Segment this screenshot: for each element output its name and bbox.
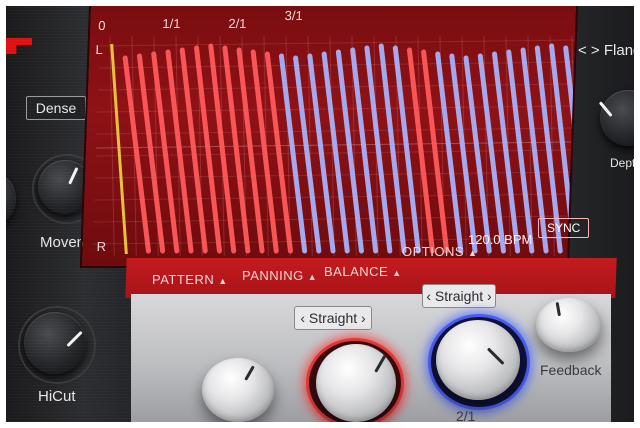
time-marker-1: 1/1 (162, 16, 181, 31)
next-icon[interactable]: › (361, 310, 366, 326)
tab-balance[interactable]: BALANCE ▲ (324, 264, 402, 279)
tempo-readout[interactable]: 120.0 BPM (468, 232, 532, 247)
hicut-knob[interactable] (24, 312, 86, 374)
partial-knob[interactable] (6, 174, 16, 224)
rate-mode-selector-left[interactable]: ‹ Straight › (294, 306, 372, 330)
tab-balance-arrow-icon: ▲ (392, 268, 402, 278)
mode-selector-button[interactable]: Dense (26, 96, 86, 120)
tab-pattern-arrow-icon: ▲ (218, 276, 228, 286)
prev-icon[interactable]: ‹ (300, 310, 305, 326)
tab-panning-arrow-icon: ▲ (307, 272, 318, 282)
division-label: 2/1 (456, 408, 476, 422)
pattern-display[interactable]: L R 0 1/1 2/1 3/1 (81, 6, 577, 266)
feedback-knob-indicator (555, 301, 561, 317)
channel-right-label: R (96, 239, 106, 254)
prev-icon[interactable]: ‹ (426, 288, 431, 304)
feedback-label: Feedback (540, 362, 602, 378)
movement-knob-indicator (68, 167, 79, 185)
depth-knob[interactable] (598, 90, 634, 146)
rate-knob-right[interactable] (436, 320, 520, 400)
volume-bars (122, 43, 577, 254)
sync-button[interactable]: SYNC (538, 218, 590, 238)
time-marker-3: 3/1 (284, 8, 303, 23)
rate-knob-right-indicator (486, 347, 505, 366)
next-icon[interactable]: › (487, 288, 492, 304)
channel-left-label: L (95, 42, 103, 57)
time-marker-0: 0 (98, 18, 106, 33)
pattern-graph: L R 0 1/1 2/1 3/1 (92, 8, 577, 257)
tab-options[interactable]: OPTIONS ▲ (402, 244, 477, 259)
logo-mark (6, 38, 32, 54)
hicut-knob-ring (18, 306, 96, 384)
time-marker-2: 2/1 (228, 16, 247, 31)
rate-knob-left[interactable] (316, 344, 396, 422)
mix-knob[interactable] (202, 358, 274, 422)
feedback-knob[interactable] (536, 298, 602, 352)
effect-nav-icon[interactable]: < > (578, 42, 600, 59)
depth-knob-indicator (598, 101, 613, 117)
rate-knob-left-indicator (374, 353, 387, 373)
mix-knob-indicator (244, 365, 255, 381)
hicut-label: HiCut (38, 388, 76, 405)
tab-pattern[interactable]: PATTERN ▲ (152, 272, 228, 287)
effect-name: Flang (603, 42, 634, 59)
plugin-window: Dense Movement HiCut < > Flang Dept L (6, 6, 634, 422)
rate-mode-selector-right[interactable]: ‹ Straight › (422, 284, 496, 308)
tab-panning[interactable]: PANNING ▲ (242, 268, 317, 283)
effect-title[interactable]: < > Flang (578, 42, 634, 59)
grid-line-horizontal (99, 39, 575, 47)
hicut-knob-indicator (66, 330, 83, 348)
tab-options-arrow-icon: ▲ (468, 248, 478, 258)
depth-label: Dept (610, 156, 634, 170)
